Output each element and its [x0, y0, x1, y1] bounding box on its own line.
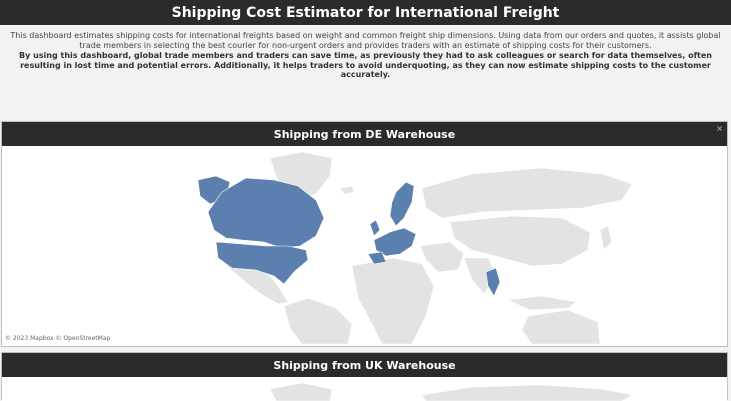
uk-warehouse-panel-header: Shipping from UK Warehouse — [2, 353, 727, 377]
country-europe — [373, 227, 417, 257]
country-africa — [351, 257, 435, 344]
map-attribution[interactable]: © 2023 Mapbox © OpenStreetMap — [5, 335, 110, 342]
country-greenland-uk — [269, 382, 333, 401]
uk-warehouse-panel: Shipping from UK Warehouse — [1, 352, 728, 401]
description-paragraph-1: This dashboard estimates shipping costs … — [10, 31, 721, 50]
country-south-america — [283, 297, 353, 344]
description-paragraph-2: By using this dashboard, global trade me… — [19, 51, 712, 80]
uk-world-map-svg[interactable] — [2, 377, 727, 401]
country-russia-uk — [421, 384, 633, 401]
de-warehouse-panel-header: Shipping from DE Warehouse × — [2, 122, 727, 146]
de-warehouse-panel-title: Shipping from DE Warehouse — [273, 127, 456, 141]
close-icon[interactable]: × — [716, 124, 723, 133]
de-warehouse-panel: Shipping from DE Warehouse × © 2023 Mapb… — [1, 121, 728, 347]
country-thailand — [485, 267, 501, 297]
country-russia — [421, 167, 633, 219]
dashboard-title-bar: Shipping Cost Estimator for Internationa… — [0, 0, 731, 25]
country-uk — [369, 219, 381, 237]
country-japan — [599, 225, 613, 251]
uk-warehouse-panel-title: Shipping from UK Warehouse — [273, 358, 456, 372]
country-australia — [521, 309, 601, 344]
de-warehouse-map[interactable]: © 2023 Mapbox © OpenStreetMap — [2, 146, 727, 344]
uk-warehouse-map[interactable] — [2, 377, 727, 401]
country-indonesia — [506, 295, 577, 311]
country-iceland — [339, 185, 355, 195]
world-map-svg[interactable] — [2, 146, 727, 344]
country-scandinavia — [389, 181, 415, 227]
dashboard-title: Shipping Cost Estimator for Internationa… — [171, 4, 560, 21]
country-middle-east — [419, 241, 465, 273]
dashboard-description: This dashboard estimates shipping costs … — [0, 28, 731, 114]
